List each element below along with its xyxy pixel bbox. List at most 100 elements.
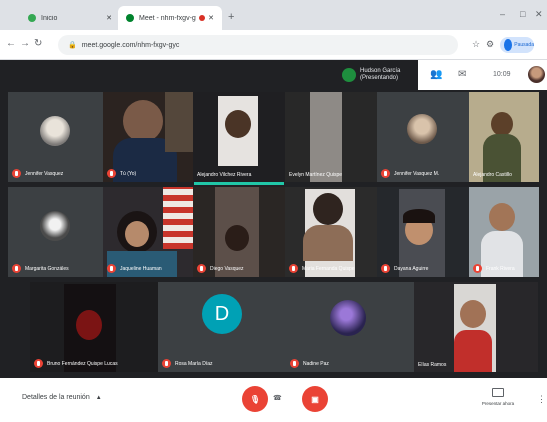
address-text: meet.google.com/nhm-fxgv-gyc — [81, 41, 180, 49]
back-icon[interactable]: ← — [6, 38, 16, 49]
meeting-details-button[interactable]: Detalles de la reunión ▲ — [22, 394, 102, 401]
participant-tile[interactable]: Evelyn Martínez Quispe — [285, 92, 377, 182]
participant-tile[interactable]: Tú (Yo) — [103, 92, 193, 182]
participant-video-background — [310, 92, 342, 182]
participant-label: Nadine Paz — [290, 359, 329, 368]
participant-tile[interactable]: Jennifer Vasquez M. — [377, 92, 469, 182]
address-bar[interactable]: 🔒 meet.google.com/nhm-fxgv-gyc — [58, 35, 458, 55]
participant-name: Alejandro Vilchez Rivera — [197, 172, 252, 178]
participant-name: Rosa María Díaz — [175, 360, 213, 367]
star-icon[interactable]: ☆ — [472, 39, 480, 50]
participant-tile[interactable]: Jaqueline Huaman — [103, 187, 193, 277]
browser-toolbar: ← → ↻ 🔒 meet.google.com/nhm-fxgv-gyc ☆ ⚙… — [0, 30, 547, 60]
maximize-icon[interactable]: □ — [520, 9, 525, 19]
participant-label: Diego Vasquez — [197, 264, 244, 273]
participant-name: Frank Rivera — [486, 265, 515, 272]
meet-top-actions: 👥 ✉ 10:09 — [418, 60, 547, 90]
hangup-icon[interactable]: ☎ — [273, 394, 282, 402]
camera-off-icon: ▣ — [311, 394, 319, 404]
mic-off-icon — [12, 264, 21, 273]
close-tab-icon[interactable]: ✕ — [208, 14, 214, 22]
participant-name: Elías Ramos — [418, 362, 447, 368]
participant-video — [491, 112, 513, 136]
mic-off-icon — [12, 169, 21, 178]
mic-off-icon: 🎙 — [249, 394, 261, 404]
participant-tile[interactable]: Nadine Paz — [286, 282, 414, 372]
browser-tab-active[interactable]: Meet - nhm-fxgv-gyc ✕ — [118, 6, 222, 30]
participant-tile[interactable]: Elías Ramos — [414, 282, 538, 372]
participant-label: Alejandro Vilchez Rivera — [197, 172, 251, 178]
participant-tile[interactable]: Diego Vasquez — [193, 187, 285, 277]
participant-video-face — [125, 221, 149, 247]
active-speaker-indicator — [194, 182, 284, 185]
clock-time: 10:09 — [493, 71, 511, 78]
profile-label: Pausada — [514, 42, 534, 48]
people-icon[interactable]: 👥 — [430, 69, 442, 80]
participant-tile[interactable]: Maria Fernanda Quispe — [285, 187, 377, 277]
lock-icon: 🔒 — [68, 42, 77, 49]
participant-tile[interactable]: Bruno Fernández Quispe Lucas — [30, 282, 158, 372]
minimize-icon[interactable]: – — [500, 9, 505, 19]
mic-off-icon — [289, 264, 298, 273]
participant-tile[interactable]: Alejandro Castillo — [469, 92, 539, 182]
participant-video-body — [454, 330, 492, 372]
participant-name: Margarita Gonzáles — [25, 265, 69, 272]
participant-label: Tú (Yo) — [107, 169, 136, 178]
recording-dot-icon — [199, 15, 206, 21]
participant-tile[interactable]: Frank Rivera — [469, 187, 539, 277]
participant-name: Nadine Paz — [303, 360, 329, 367]
participant-tile[interactable]: Margarita Gonzáles — [8, 187, 103, 277]
mic-off-icon — [381, 264, 390, 273]
mic-off-icon — [381, 169, 390, 178]
new-tab-button[interactable]: + — [228, 11, 234, 23]
participant-video-hair — [403, 209, 435, 223]
participant-label: Bruno Fernández Quispe Lucas — [34, 359, 118, 368]
participant-video — [489, 203, 515, 231]
chat-icon[interactable]: ✉ — [458, 69, 466, 80]
participant-tile[interactable]: Dayana Aguirre — [377, 187, 469, 277]
participant-name: Jennifer Vasquez — [25, 170, 64, 177]
tab-title: Inicio — [41, 14, 58, 22]
camera-toggle-button[interactable]: ▣ — [302, 386, 328, 412]
meet-favicon-icon — [126, 14, 134, 22]
present-now-label: Presentar ahora — [481, 401, 515, 406]
close-tab-icon[interactable]: ✕ — [106, 14, 112, 22]
participant-name: Jaqueline Huaman — [120, 265, 162, 272]
browser-tab[interactable]: Inicio ✕ — [20, 6, 120, 30]
participant-label: Jennifer Vasquez M. — [381, 169, 439, 178]
user-avatar[interactable] — [528, 66, 545, 83]
extensions-icon[interactable]: ⚙ — [486, 39, 494, 50]
participant-label: Margarita Gonzáles — [12, 264, 69, 273]
mic-off-icon — [34, 359, 43, 368]
participant-label: Maria Fernanda Quispe — [289, 264, 355, 273]
participant-tile[interactable]: Jennifer Vasquez — [8, 92, 103, 182]
participant-name: Tú (Yo) — [120, 170, 137, 177]
participant-tile[interactable]: D Rosa María Díaz — [158, 282, 286, 372]
tab-favicon-icon — [28, 14, 36, 22]
present-now-button[interactable]: Presentar ahora — [478, 388, 518, 406]
meet-stage: Hudson García (Presentando) 👥 ✉ 10:09 Je… — [0, 60, 547, 378]
reload-icon[interactable]: ↻ — [34, 38, 42, 49]
close-window-icon[interactable]: ✕ — [535, 9, 543, 20]
participant-name: Diego Vasquez — [210, 265, 244, 272]
meeting-details-label: Detalles de la reunión — [22, 394, 90, 401]
participant-label: Jennifer Vasquez — [12, 169, 63, 178]
presenter-status: (Presentando) — [360, 75, 399, 81]
participant-video-background — [163, 187, 193, 249]
mic-off-icon — [107, 169, 116, 178]
participant-tile[interactable]: Alejandro Vilchez Rivera — [193, 92, 285, 182]
mic-toggle-button[interactable]: 🎙 — [242, 386, 268, 412]
mic-off-icon — [290, 359, 299, 368]
participant-label: Rosa María Díaz — [162, 359, 213, 368]
forward-icon[interactable]: → — [20, 38, 30, 49]
participant-avatar — [407, 114, 437, 144]
participant-name: Dayana Aguirre — [394, 265, 429, 272]
profile-button[interactable]: Pausada — [500, 37, 534, 53]
more-options-icon[interactable]: ⋮ — [537, 394, 546, 405]
presenter-chip[interactable]: Hudson García (Presentando) — [342, 63, 417, 87]
avatar-initial: D — [214, 302, 230, 325]
participant-label: Alejandro Castillo — [473, 172, 512, 178]
present-screen-icon — [492, 388, 504, 397]
chevron-up-icon: ▲ — [95, 394, 102, 401]
participant-name: Alejandro Castillo — [473, 172, 512, 178]
